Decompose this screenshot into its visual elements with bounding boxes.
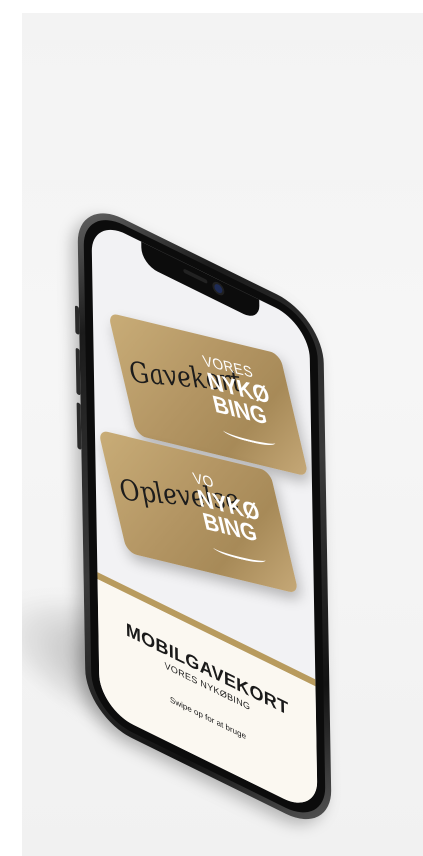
card-brand-text: NYKØ BING <box>204 367 293 434</box>
side-button <box>76 401 82 451</box>
front-camera-icon <box>214 282 223 295</box>
phone-screen[interactable]: Gavekort VORES NYKØ BING Oplevelse VO NY… <box>91 217 318 816</box>
product-scene: Gavekort VORES NYKØ BING Oplevelse VO NY… <box>22 13 423 856</box>
side-button <box>75 347 81 396</box>
phone-notch <box>141 239 260 322</box>
card-brand-text: NYKØ BING <box>195 484 283 551</box>
side-button <box>74 304 80 336</box>
phone-mockup: Gavekort VORES NYKØ BING Oplevelse VO NY… <box>74 196 332 837</box>
speaker-grille-icon <box>183 268 208 285</box>
